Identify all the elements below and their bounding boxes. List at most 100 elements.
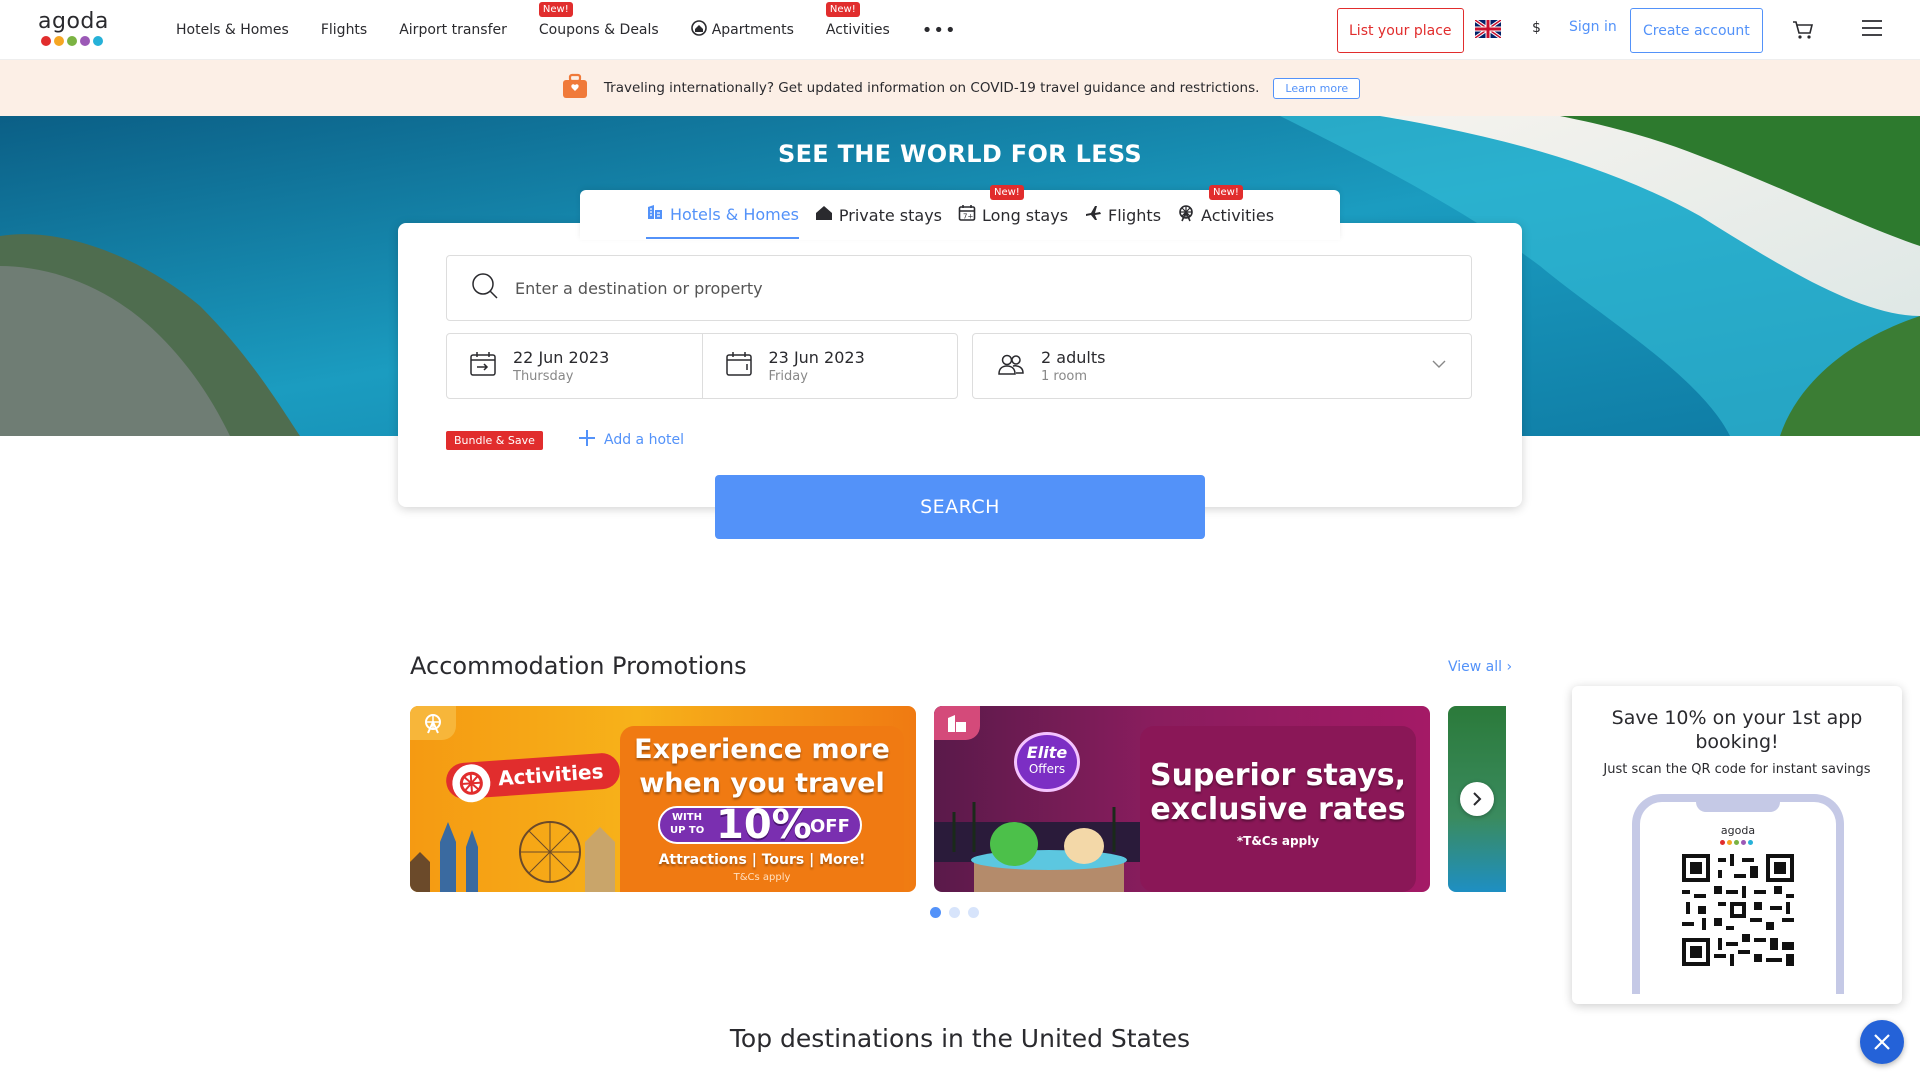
tab-flights[interactable]: Flights: [1084, 191, 1161, 239]
search-button[interactable]: SEARCH: [715, 475, 1205, 539]
pager-dot[interactable]: [968, 907, 979, 918]
calendar-7-icon: 7+: [958, 204, 976, 226]
hotel-icon: [646, 203, 664, 225]
create-account-button[interactable]: Create account: [1630, 8, 1763, 53]
promo-card-activities[interactable]: Activities Experience more when you trav…: [410, 706, 916, 892]
nav-label: Activities: [825, 22, 890, 38]
add-hotel-button[interactable]: Add a hotel: [578, 429, 684, 451]
new-badge: New!: [990, 185, 1024, 200]
checkout-date[interactable]: 23 Jun 2023 Friday: [701, 334, 958, 398]
hot-tub-illustration: [934, 802, 1144, 892]
pager-dot[interactable]: [949, 907, 960, 918]
nav-hotels-homes[interactable]: Hotels & Homes: [176, 22, 289, 38]
new-badge: New!: [1209, 185, 1243, 200]
carousel-next-button[interactable]: [1460, 782, 1494, 816]
logo-dots: [41, 36, 118, 46]
new-badge: New!: [825, 2, 860, 17]
phone-logo: agoda: [1720, 824, 1756, 837]
checkin-date[interactable]: 22 Jun 2023 Thursday: [447, 334, 702, 398]
destination-field[interactable]: [446, 255, 1472, 321]
activities-offer-panel: Experience more when you travel WITH UP …: [620, 726, 904, 892]
nav-airport-transfer[interactable]: Airport transfer: [399, 22, 507, 38]
nav-apartments[interactable]: Apartments: [690, 20, 794, 40]
promo-card-elite-offers[interactable]: Elite Offers Superior stays, exclusive r…: [934, 706, 1430, 892]
learn-more-button[interactable]: Learn more: [1273, 77, 1361, 99]
search-icon: [471, 272, 499, 304]
promo1-subline: Attractions | Tours | More!: [658, 852, 866, 868]
currency-selector[interactable]: $: [1532, 20, 1541, 36]
list-your-place-button[interactable]: List your place: [1337, 8, 1464, 53]
nav-label: Apartments: [711, 22, 794, 38]
checkout-day: Friday: [768, 369, 808, 384]
promotions-title: Accommodation Promotions: [410, 652, 747, 680]
view-all-link[interactable]: View all ›: [1448, 659, 1512, 675]
elite-label: Elite: [1026, 743, 1068, 762]
guests-main: 2 adults: [1041, 348, 1106, 367]
offer-value: 10%: [716, 802, 812, 848]
more-menu-icon[interactable]: •••: [922, 20, 957, 41]
nav-flights[interactable]: Flights: [321, 22, 367, 38]
city-skyline-illustration: [410, 821, 615, 892]
covid-banner: Traveling internationally? Get updated i…: [0, 60, 1920, 116]
promo2-headline-2: exclusive rates: [1150, 792, 1406, 827]
tab-label: Activities: [1201, 205, 1275, 225]
ferris-wheel-logo-icon: [451, 763, 492, 804]
promo1-terms: T&Cs apply: [733, 872, 791, 883]
offers-label: Offers: [1028, 762, 1066, 776]
hamburger-menu-icon[interactable]: [1861, 19, 1883, 41]
destination-input[interactable]: [515, 278, 1415, 298]
nav-label: Flights: [320, 22, 368, 38]
tab-long-stays[interactable]: New! 7+ Long stays: [958, 185, 1068, 239]
users-icon: [997, 350, 1025, 382]
nav-label: Hotels & Homes: [176, 22, 289, 38]
guests-selector[interactable]: 2 adults 1 room: [972, 333, 1472, 399]
chevron-right-icon: [1473, 792, 1482, 806]
agoda-logo[interactable]: agoda: [38, 10, 118, 50]
tab-label: Private stays: [838, 205, 942, 225]
date-range-picker: 22 Jun 2023 Thursday 23 Jun 2023 Friday: [446, 333, 958, 399]
page: agoda Hotels & Homes Flights Airport tra…: [0, 0, 1920, 1080]
pager-dot[interactable]: [930, 907, 941, 918]
elite-offer-panel: Superior stays, exclusive rates *T&Cs ap…: [1140, 726, 1416, 892]
app-popup-title: Save 10% on your 1st app booking!: [1611, 707, 1863, 753]
plane-icon: [1084, 204, 1102, 226]
tab-private-stays[interactable]: Private stays: [815, 191, 942, 239]
promo2-terms: *T&Cs apply: [1236, 834, 1320, 848]
checkin-date-value: 22 Jun 2023: [513, 348, 610, 367]
close-popup-button[interactable]: [1860, 1020, 1904, 1064]
promo1-headline-1: Experience more: [634, 734, 890, 765]
top-header: agoda Hotels & Homes Flights Airport tra…: [0, 0, 1920, 60]
create-account-label: Create account: [1630, 8, 1763, 53]
ferris-wheel-icon: [1177, 204, 1195, 226]
nav-coupons-deals[interactable]: New! Coupons & Deals: [538, 2, 659, 38]
bundle-save-badge: Bundle & Save: [446, 431, 543, 450]
tab-label: Hotels & Homes: [669, 204, 799, 224]
phone-frame: agoda: [1632, 794, 1844, 994]
checkout-date-value: 23 Jun 2023: [768, 348, 865, 367]
nav-activities[interactable]: New! Activities: [825, 2, 890, 38]
new-badge: New!: [538, 2, 573, 17]
offer-suffix: OFF: [810, 816, 850, 837]
search-tabs: Hotels & Homes Private stays New! 7+ Lon…: [580, 185, 1340, 240]
search-card: 22 Jun 2023 Thursday 23 Jun 2023 Friday …: [398, 223, 1522, 507]
offer-prefix-1: WITH: [672, 812, 702, 823]
house-icon: [815, 204, 833, 226]
add-hotel-label: Add a hotel: [604, 432, 685, 448]
logo-text: agoda: [38, 9, 109, 34]
hotel-tag-icon: [934, 706, 980, 740]
cart-icon[interactable]: [1792, 20, 1814, 44]
checkin-day: Thursday: [513, 369, 574, 384]
tab-activities[interactable]: New! Activities: [1177, 185, 1275, 239]
phone-notch: [1696, 794, 1780, 812]
phone-logo-dots: [1720, 840, 1753, 845]
nav-label: Airport transfer: [399, 22, 507, 38]
top-destinations-title: Top destinations in the United States: [729, 1024, 1191, 1053]
app-popup-subtitle: Just scan the QR code for instant saving…: [1603, 762, 1871, 777]
promo2-headline-1: Superior stays,: [1149, 758, 1407, 793]
sign-in-link[interactable]: Sign in: [1569, 19, 1617, 35]
promo1-headline-2: when you travel: [639, 768, 885, 799]
language-flag-icon[interactable]: [1475, 20, 1501, 38]
tab-hotels-homes[interactable]: Hotels & Homes: [645, 191, 799, 239]
offer-pill: WITH UP TO 10% OFF: [658, 802, 862, 848]
carousel-pager: [930, 907, 979, 918]
